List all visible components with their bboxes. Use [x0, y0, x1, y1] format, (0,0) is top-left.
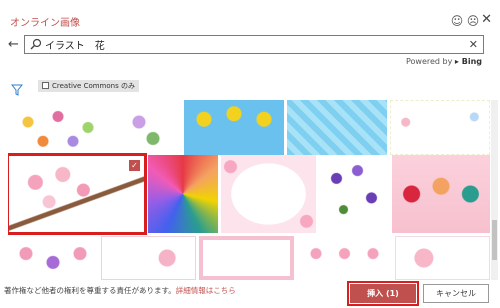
- vertical-scrollbar[interactable]: [491, 100, 498, 280]
- checkmark-icon: ✓: [129, 160, 140, 171]
- search-input[interactable]: [45, 37, 465, 52]
- image-tile[interactable]: [111, 100, 181, 155]
- bing-logo: ▸ Bing: [454, 57, 482, 66]
- copyright-notice: 著作権など他者の権利を尊重する責任があります。詳細情報はこちら: [4, 285, 236, 296]
- image-tile[interactable]: [287, 100, 387, 155]
- image-tile[interactable]: [319, 155, 389, 233]
- image-tile[interactable]: [148, 155, 218, 233]
- powered-by-text: Powered by: [406, 57, 453, 66]
- insert-button[interactable]: 挿入 (1): [347, 281, 419, 306]
- smile-icon[interactable]: ☺: [450, 14, 464, 28]
- cc-label: Creative Commons のみ: [52, 82, 135, 90]
- more-info-link[interactable]: 詳細情報はこちら: [176, 286, 236, 295]
- image-tile[interactable]: [101, 236, 196, 280]
- image-tile[interactable]: [390, 100, 490, 155]
- cc-checkbox[interactable]: [42, 82, 49, 89]
- image-results-grid: ✓: [8, 100, 492, 280]
- copyright-text: 著作権など他者の権利を尊重する責任があります。: [4, 286, 176, 295]
- image-tile-selected[interactable]: ✓: [8, 153, 147, 235]
- image-tile[interactable]: [297, 236, 392, 280]
- image-tile[interactable]: [221, 155, 316, 233]
- cancel-button[interactable]: キャンセル: [423, 284, 489, 303]
- frown-icon[interactable]: ☹: [466, 14, 480, 28]
- filter-icon[interactable]: [11, 84, 23, 96]
- image-tile[interactable]: [392, 155, 490, 233]
- scrollbar-thumb[interactable]: [492, 220, 497, 260]
- close-icon[interactable]: ✕: [481, 13, 492, 27]
- back-arrow-icon[interactable]: ←: [8, 37, 19, 52]
- image-tile[interactable]: [199, 236, 294, 280]
- image-tile[interactable]: [8, 236, 98, 280]
- creative-commons-filter[interactable]: Creative Commons のみ: [38, 80, 139, 92]
- image-tile[interactable]: [8, 100, 108, 155]
- dialog-title: オンライン画像: [10, 18, 80, 29]
- clear-icon[interactable]: ✕: [469, 37, 478, 52]
- bing-label: Bing: [461, 57, 482, 66]
- image-tile[interactable]: [184, 100, 284, 155]
- search-icon: [30, 38, 42, 50]
- search-box[interactable]: ✕: [24, 35, 484, 54]
- online-pictures-dialog: オンライン画像 ☺ ☹ ✕ ← ✕ Powered by ▸ Bing Crea…: [0, 0, 500, 308]
- image-tile[interactable]: [395, 236, 490, 280]
- powered-by-bing: Powered by ▸ Bing: [406, 57, 482, 66]
- title-bar: オンライン画像 ☺ ☹ ✕: [0, 0, 500, 30]
